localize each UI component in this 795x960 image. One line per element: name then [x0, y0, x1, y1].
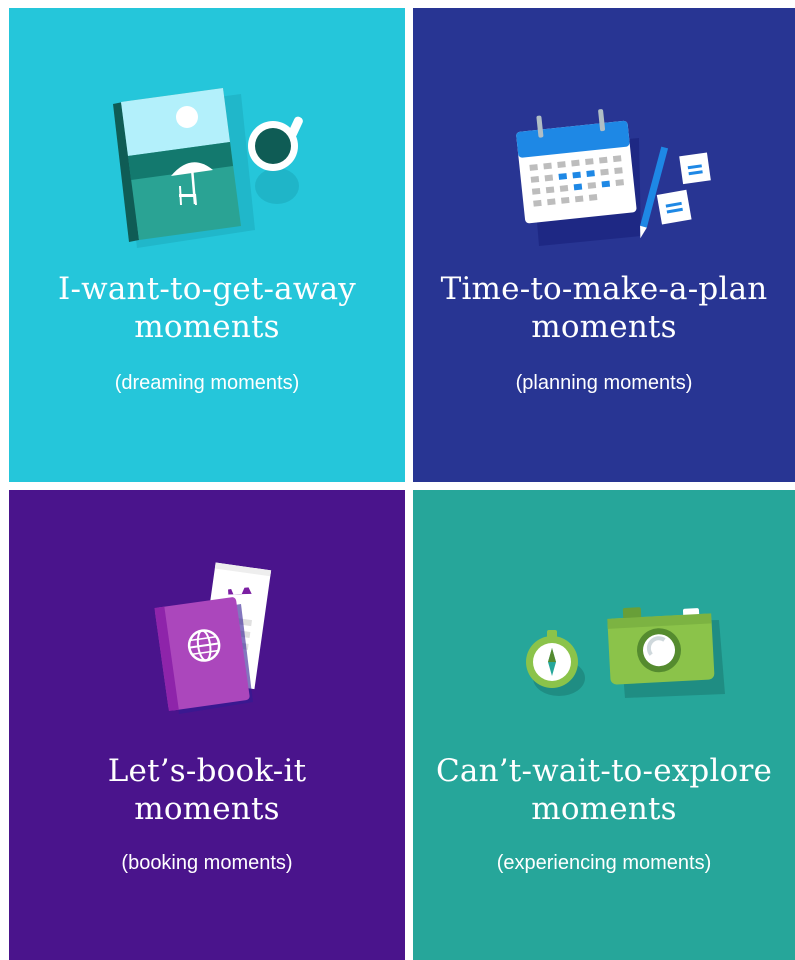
beach-book-coffee-icon [113, 88, 303, 248]
tile-headline: I-want-to-get-away moments [58, 271, 356, 345]
tile-headline: Time-to-make-a-plan moments [440, 271, 768, 345]
calendar-pencil-notes-icon [516, 109, 711, 246]
tile-subtitle: (dreaming moments) [114, 372, 300, 394]
compass-camera-icon [526, 607, 725, 698]
passport-ticket-icon [154, 562, 272, 714]
tile-planning-moments[interactable]: Time-to-make-a-plan moments (planning mo… [413, 8, 795, 482]
tile-dreaming-moments[interactable]: I-want-to-get-away moments (dreaming mom… [9, 8, 405, 482]
tile-experiencing-moments[interactable]: Can’t-wait-to-explore moments (experienc… [413, 490, 795, 960]
tile-subtitle: (booking moments) [121, 852, 293, 874]
tile-headline: Can’t-wait-to-explore moments [435, 753, 773, 827]
tile-headline: Let’s-book-it moments [107, 753, 307, 827]
tile-subtitle: (experiencing moments) [496, 852, 712, 874]
tile-subtitle: (planning moments) [515, 372, 693, 394]
tile-booking-moments[interactable]: Let’s-book-it moments (booking moments) [9, 490, 405, 960]
